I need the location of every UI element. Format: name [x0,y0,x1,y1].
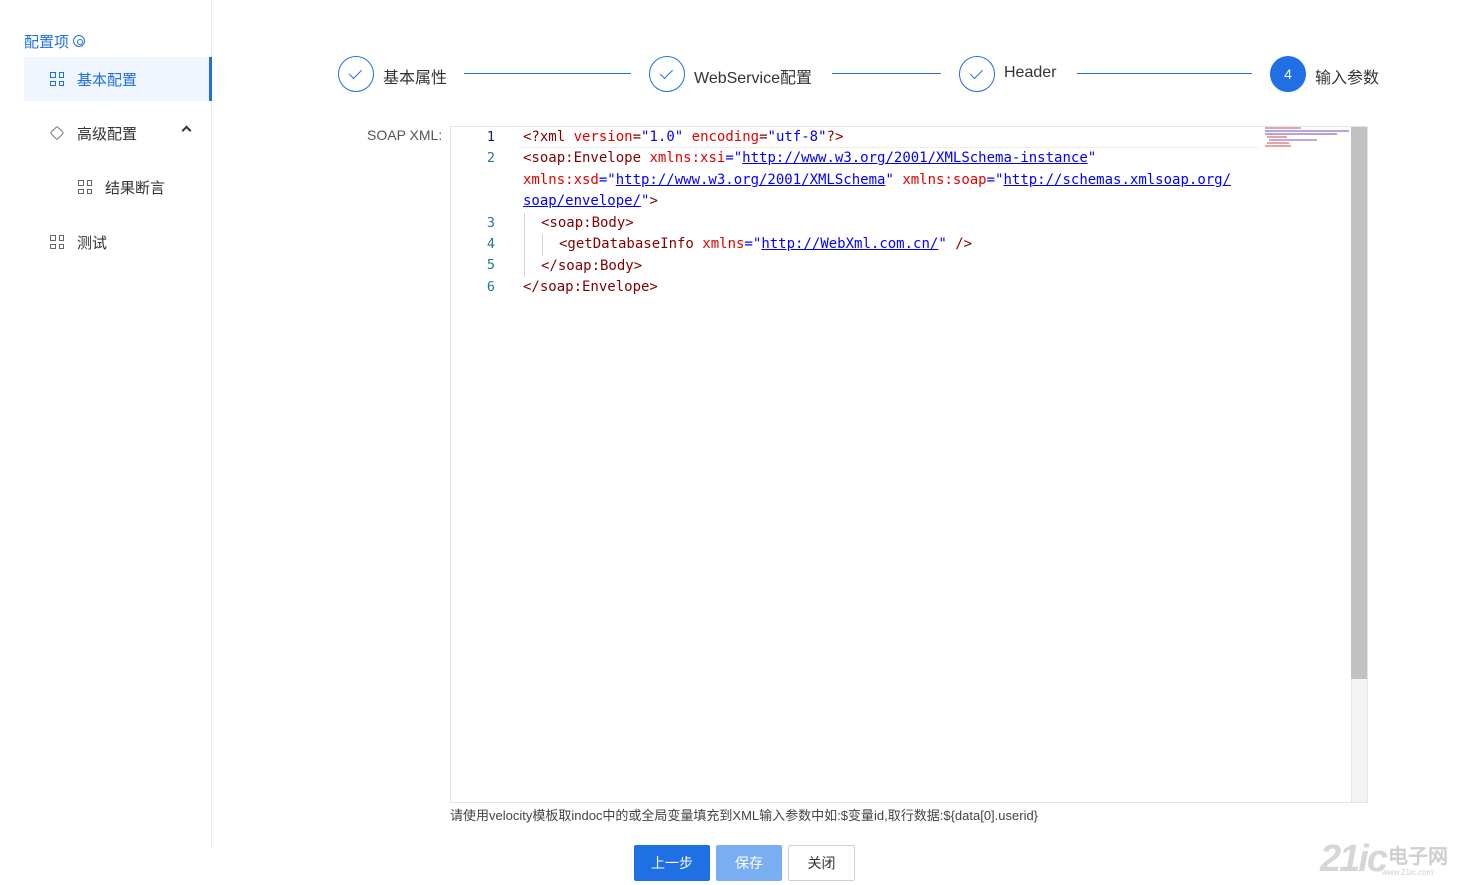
step-3-check-icon [959,56,995,92]
code-line-2-wrap-2: soap/envelope/"> [523,193,658,209]
sidebar-item-advanced-config[interactable]: 高级配置 [24,111,212,155]
step-connector [464,73,631,74]
soap-xml-editor[interactable]: 1 2 3 4 5 6 <?xml version="1.0" encoding… [450,126,1368,803]
code-line-6: </soap:Envelope> [523,279,658,295]
code-line-2-wrap: xmlns:xsd="http://www.w3.org/2001/XMLSch… [523,172,1232,188]
steps-bar: 基本属性 WebService配置 Header 4 输入参数 [0,0,1475,110]
save-button[interactable]: 保存 [716,845,782,881]
sidebar-item-test[interactable]: 测试 [24,220,212,264]
watermark-logo: 21ic 电子网 www.21ic.com [1320,838,1448,881]
step-2-check-icon [649,56,685,92]
step-connector [1077,73,1252,74]
line-number: 1 [486,129,495,145]
code-minimap[interactable] [1265,127,1353,147]
indent-guide [542,234,543,256]
code-line-4: <getDatabaseInfo xmlns="http://WebXml.co… [559,236,973,252]
sidebar-item-label: 结果断言 [105,179,166,197]
sidebar-item-result-assertion[interactable]: 结果断言 [24,165,212,209]
watermark-text: 电子网 [1387,846,1448,868]
step-1-label: 基本属性 [383,70,448,87]
indent-guide [524,213,525,277]
close-button[interactable]: 关闭 [788,845,855,881]
step-4-label: 输入参数 [1315,70,1380,87]
code-line-3: <soap:Body> [541,215,634,231]
cube-icon [49,125,65,141]
sidebar-item-label: 高级配置 [77,125,138,143]
watermark-number: 21ic [1320,838,1388,880]
watermark-sub: www.21ic.com [1382,868,1434,877]
step-1-check-icon [338,56,374,92]
step-connector [832,73,941,74]
grid-icon [50,235,64,249]
chevron-up-icon[interactable] [181,125,192,136]
code-line-2: <soap:Envelope xmlns:xsi="http://www.w3.… [523,150,1097,166]
line-number: 3 [486,215,495,231]
line-number: 5 [486,257,495,273]
editor-scrollbar-thumb[interactable] [1351,127,1367,679]
velocity-hint-text: 请使用velocity模板取indoc中的或全局变量填充到XML输入参数中如:$… [450,808,1039,823]
code-line-5: </soap:Body> [541,258,643,274]
step-4-number: 4 [1270,56,1306,92]
prev-step-button[interactable]: 上一步 [634,845,710,881]
sidebar-item-label: 测试 [77,234,108,252]
line-number: 2 [486,150,495,166]
grid-icon [78,180,92,194]
sidebar: 配置项 基本配置 高级配置 结果断言 测试 [0,0,212,848]
code-line-1: <?xml version="1.0" encoding="utf-8"?> [523,129,844,145]
line-number: 6 [486,279,495,295]
step-3-label: Header [1004,64,1057,81]
step-2-label: WebService配置 [694,70,812,87]
soap-xml-label: SOAP XML: [367,127,443,143]
line-number: 4 [486,236,495,252]
